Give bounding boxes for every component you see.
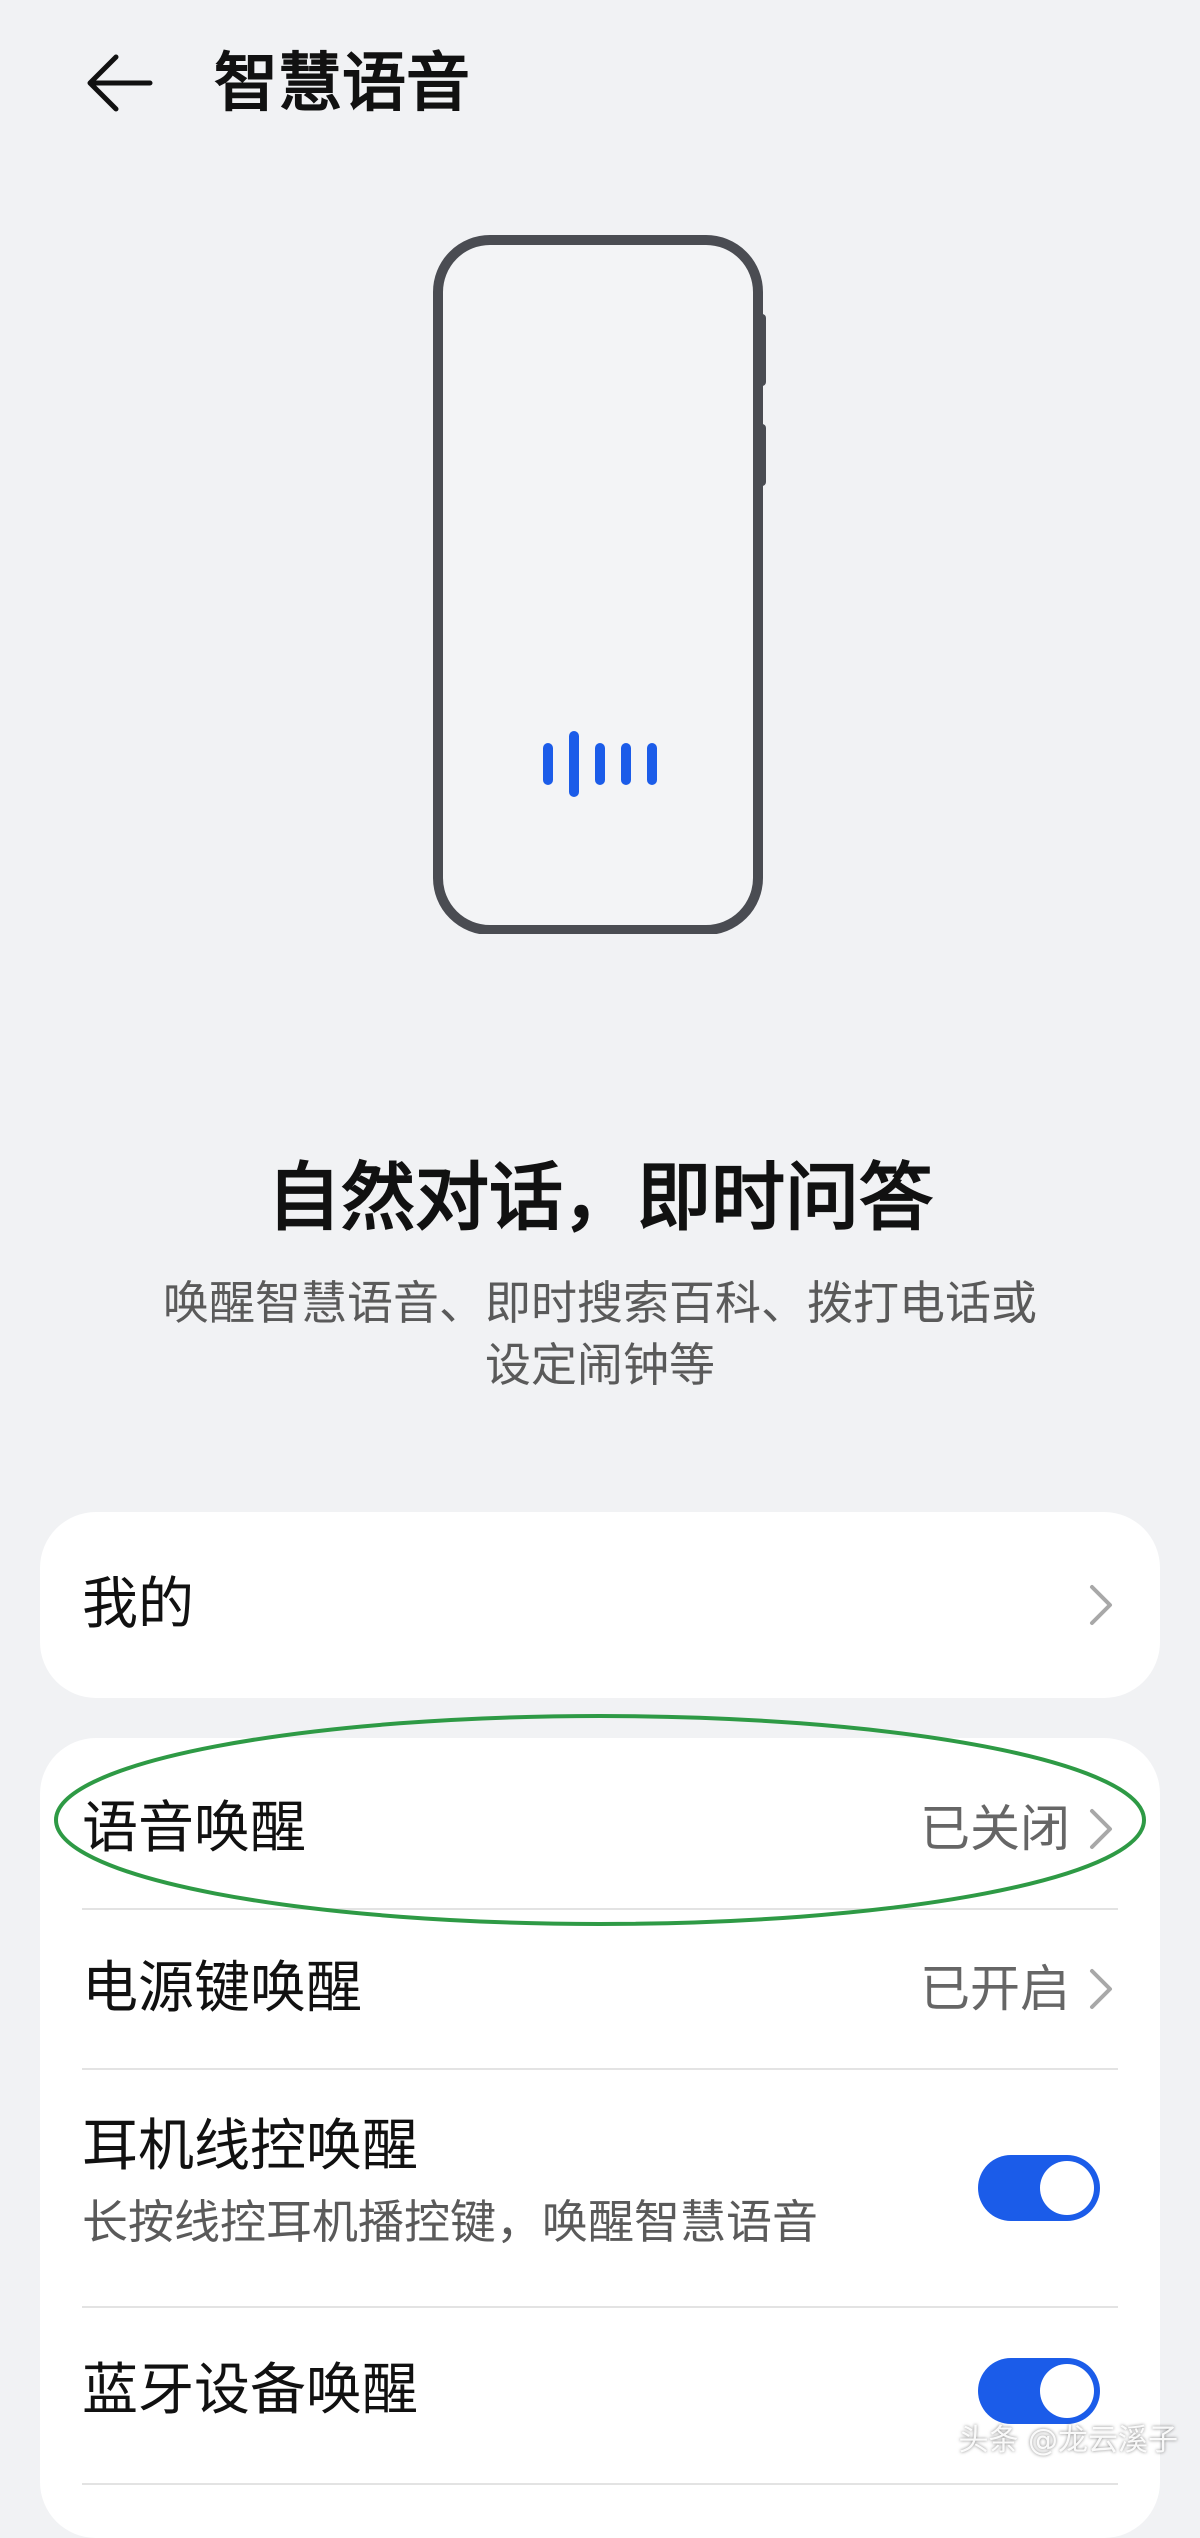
toggle-knob	[1040, 2161, 1094, 2215]
bluetooth-wake-label: 蓝牙设备唤醒	[82, 2358, 418, 2423]
chevron-right-icon	[1090, 1585, 1112, 1625]
arrow-left-icon	[87, 54, 153, 112]
intro-subtitle-line1: 唤醒智慧语音、即时搜索百科、拨打电话或	[163, 1276, 1037, 1330]
wake-settings-card: 语音唤醒 已关闭 电源键唤醒 已开启 耳机线控唤醒 长按线控耳机播控键，唤醒智慧…	[40, 1738, 1160, 2538]
app-header: 智慧语音	[0, 0, 1200, 170]
intro-headline: 自然对话，即时问答	[267, 1155, 933, 1241]
hero-illustration	[430, 234, 770, 935]
wired-headset-wake-toggle[interactable]	[978, 2155, 1100, 2221]
toggle-knob	[1040, 2364, 1094, 2418]
power-key-wake-label: 电源键唤醒	[82, 1956, 362, 2021]
power-key-wake-status: 已开启	[920, 1960, 1070, 2018]
intro-subtitle-line2: 设定闹钟等	[485, 1338, 715, 1392]
intro-subtitle: 唤醒智慧语音、即时搜索百科、拨打电话或 设定闹钟等	[90, 1272, 1110, 1396]
voice-wake-status: 已关闭	[920, 1800, 1070, 1858]
wired-headset-wake-item: 耳机线控唤醒 长按线控耳机播控键，唤醒智慧语音	[40, 2070, 1160, 2306]
menu-item-mine[interactable]: 我的	[40, 1512, 1160, 1698]
mine-card: 我的	[40, 1512, 1160, 1698]
wired-headset-wake-description: 长按线控耳机播控键，唤醒智慧语音	[82, 2195, 818, 2249]
voice-wake-label: 语音唤醒	[82, 1796, 306, 1861]
back-button[interactable]	[78, 40, 164, 126]
chevron-right-icon	[1090, 1969, 1112, 2009]
power-key-wake-item[interactable]: 电源键唤醒 已开启	[40, 1910, 1160, 2068]
watermark: 头条 @龙云溪子	[958, 2423, 1178, 2458]
wired-headset-wake-label: 耳机线控唤醒	[82, 2114, 418, 2179]
divider	[82, 2483, 1118, 2485]
bluetooth-wake-toggle[interactable]	[978, 2358, 1100, 2424]
page-title: 智慧语音	[214, 47, 470, 121]
phone-voice-wave-icon	[433, 235, 766, 935]
voice-wake-item[interactable]: 语音唤醒 已关闭	[40, 1738, 1160, 1908]
menu-item-mine-label: 我的	[82, 1572, 194, 1637]
chevron-right-icon	[1090, 1809, 1112, 1849]
